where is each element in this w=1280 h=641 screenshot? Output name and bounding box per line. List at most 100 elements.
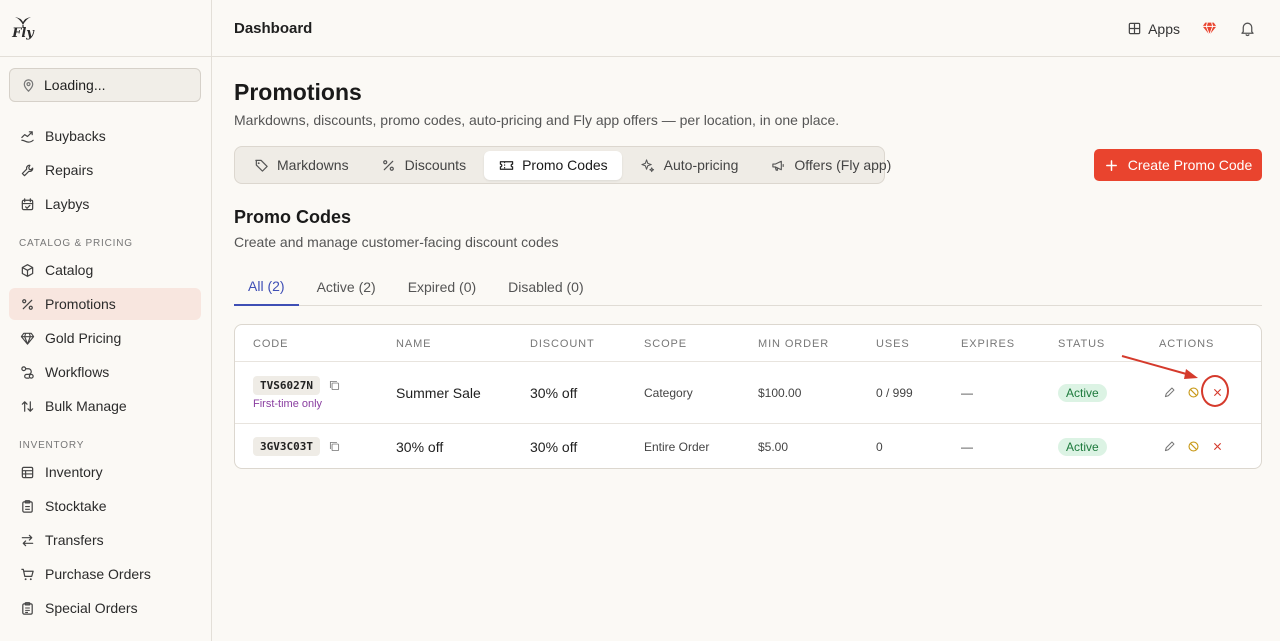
apps-label: Apps — [1148, 20, 1180, 37]
sidebar-nav: Buybacks Repairs Laybys CATALOG & PRICIN… — [9, 120, 201, 626]
promo-code: TVS6027N — [253, 375, 320, 395]
logo-text: Fly — [12, 26, 34, 41]
delete-icon[interactable] — [1210, 440, 1224, 454]
sidebar-item-label: Laybys — [45, 196, 90, 212]
promo-expires: — — [961, 439, 973, 454]
status-cell: Active — [1058, 424, 1107, 468]
first-time-note: First-time only — [253, 397, 323, 410]
filter-active[interactable]: Active (2) — [303, 268, 390, 306]
sidebar-item-label: Transfers — [45, 532, 104, 548]
ticket-icon — [498, 157, 514, 173]
sidebar-item-catalog[interactable]: Catalog — [9, 254, 201, 286]
edit-icon[interactable] — [1162, 386, 1176, 400]
location-selector[interactable]: Loading... — [9, 68, 201, 102]
sidebar-item-workflows[interactable]: Workflows — [9, 356, 201, 388]
col-status: STATUS — [1058, 337, 1106, 350]
sidebar-item-promotions[interactable]: Promotions — [9, 288, 201, 320]
sidebar-item-inventory[interactable]: Inventory — [9, 456, 201, 488]
promotion-type-tabs: Markdowns Discounts Promo Codes Auto-pri… — [234, 146, 891, 184]
table-row: TVS6027N First-time only Summer Sale 30%… — [235, 362, 1261, 424]
header-title: Dashboard — [234, 19, 313, 37]
top-actions: Apps — [1126, 0, 1256, 57]
wrench-icon — [19, 162, 35, 178]
sidebar-item-label: Purchase Orders — [45, 566, 151, 582]
tab-discounts[interactable]: Discounts — [367, 151, 480, 180]
col-code: CODE — [253, 337, 289, 350]
fly-logo[interactable]: Fly — [12, 16, 34, 40]
tab-markdowns[interactable]: Markdowns — [239, 151, 363, 180]
col-discount: DISCOUNT — [530, 337, 595, 350]
inventory-icon — [19, 464, 35, 480]
promo-expires: — — [961, 385, 973, 400]
code-cell: 3GV3C03T — [253, 424, 342, 468]
sidebar-item-label: Stocktake — [45, 498, 107, 514]
top-bar: Dashboard Apps — [212, 0, 1280, 57]
sidebar-item-repairs[interactable]: Repairs — [9, 154, 201, 186]
page-subtitle: Markdowns, discounts, promo codes, auto-… — [234, 112, 840, 128]
transfer-icon — [19, 532, 35, 548]
promo-min-order: $100.00 — [758, 385, 802, 400]
sidebar-item-special-orders[interactable]: Special Orders — [9, 592, 201, 624]
status-badge: Active — [1058, 383, 1107, 402]
col-actions: ACTIONS — [1159, 337, 1215, 350]
tab-promo-codes[interactable]: Promo Codes — [484, 150, 622, 180]
sort-arrows-icon — [19, 398, 35, 414]
sparkle-icon — [640, 157, 656, 173]
col-expires: EXPIRES — [961, 337, 1015, 350]
status-filter-tabs: All (2) Active (2) Expired (0) Disabled … — [234, 268, 1262, 306]
sidebar-item-buybacks[interactable]: Buybacks — [9, 120, 201, 152]
col-min-order: MIN ORDER — [758, 337, 830, 350]
sidebar-item-label: Gold Pricing — [45, 330, 122, 346]
tab-auto-pricing[interactable]: Auto-pricing — [626, 151, 753, 180]
sidebar-item-gold-pricing[interactable]: Gold Pricing — [9, 322, 201, 354]
tab-label: Markdowns — [277, 157, 349, 173]
bell-icon[interactable] — [1238, 20, 1256, 38]
promo-codes-table: CODE NAME DISCOUNT SCOPE MIN ORDER USES … — [234, 324, 1262, 469]
box-icon — [19, 262, 35, 278]
sidebar-item-transfers[interactable]: Transfers — [9, 524, 201, 556]
sidebar-section-catalog: CATALOG & PRICING — [19, 238, 133, 249]
copy-icon[interactable] — [328, 378, 342, 392]
clipboard-icon — [19, 498, 35, 514]
percent-icon — [381, 157, 397, 173]
disable-icon[interactable] — [1186, 440, 1200, 454]
tab-label: Discounts — [404, 157, 467, 173]
promo-name: 30% off — [396, 438, 444, 455]
table-header: CODE NAME DISCOUNT SCOPE MIN ORDER USES … — [235, 325, 1261, 362]
calendar-check-icon — [19, 196, 35, 212]
location-label: Loading... — [44, 77, 106, 93]
gem-rewards-icon[interactable] — [1200, 20, 1218, 38]
page-title: Promotions — [234, 79, 362, 105]
sidebar-item-label: Special Orders — [45, 600, 138, 616]
sidebar-item-label: Workflows — [45, 364, 110, 380]
apps-button[interactable]: Apps — [1126, 21, 1180, 37]
create-promo-code-button[interactable]: Create Promo Code — [1094, 149, 1262, 181]
filter-expired[interactable]: Expired (0) — [394, 268, 490, 306]
logo-row: Fly — [0, 0, 211, 57]
sidebar-item-bulk-manage[interactable]: Bulk Manage — [9, 390, 201, 422]
code-line: TVS6027N — [253, 375, 342, 395]
table-row: 3GV3C03T 30% off 30% off Entire Order $5… — [235, 424, 1261, 468]
sidebar-item-stocktake[interactable]: Stocktake — [9, 490, 201, 522]
promo-uses: 0 / 999 — [876, 385, 913, 400]
tag-icon — [253, 157, 269, 173]
tab-offers-fly-app[interactable]: Offers (Fly app) — [756, 151, 905, 180]
edit-icon[interactable] — [1162, 440, 1176, 454]
col-scope: SCOPE — [644, 337, 688, 350]
buybacks-icon — [19, 128, 35, 144]
sidebar-item-laybys[interactable]: Laybys — [9, 188, 201, 220]
promo-scope: Entire Order — [644, 439, 710, 454]
plus-icon — [1104, 157, 1120, 173]
tab-label: Auto-pricing — [663, 157, 739, 173]
filter-disabled[interactable]: Disabled (0) — [494, 268, 597, 306]
col-name: NAME — [396, 337, 432, 350]
status-badge: Active — [1058, 437, 1107, 456]
copy-icon[interactable] — [328, 440, 342, 454]
percent-icon — [19, 296, 35, 312]
filter-all[interactable]: All (2) — [234, 268, 299, 306]
promo-name: Summer Sale — [396, 384, 481, 401]
code-cell: TVS6027N First-time only — [253, 362, 342, 423]
sidebar-item-purchase-orders[interactable]: Purchase Orders — [9, 558, 201, 590]
disable-icon[interactable] — [1186, 386, 1200, 400]
sidebar-section-inventory: INVENTORY — [19, 440, 85, 451]
